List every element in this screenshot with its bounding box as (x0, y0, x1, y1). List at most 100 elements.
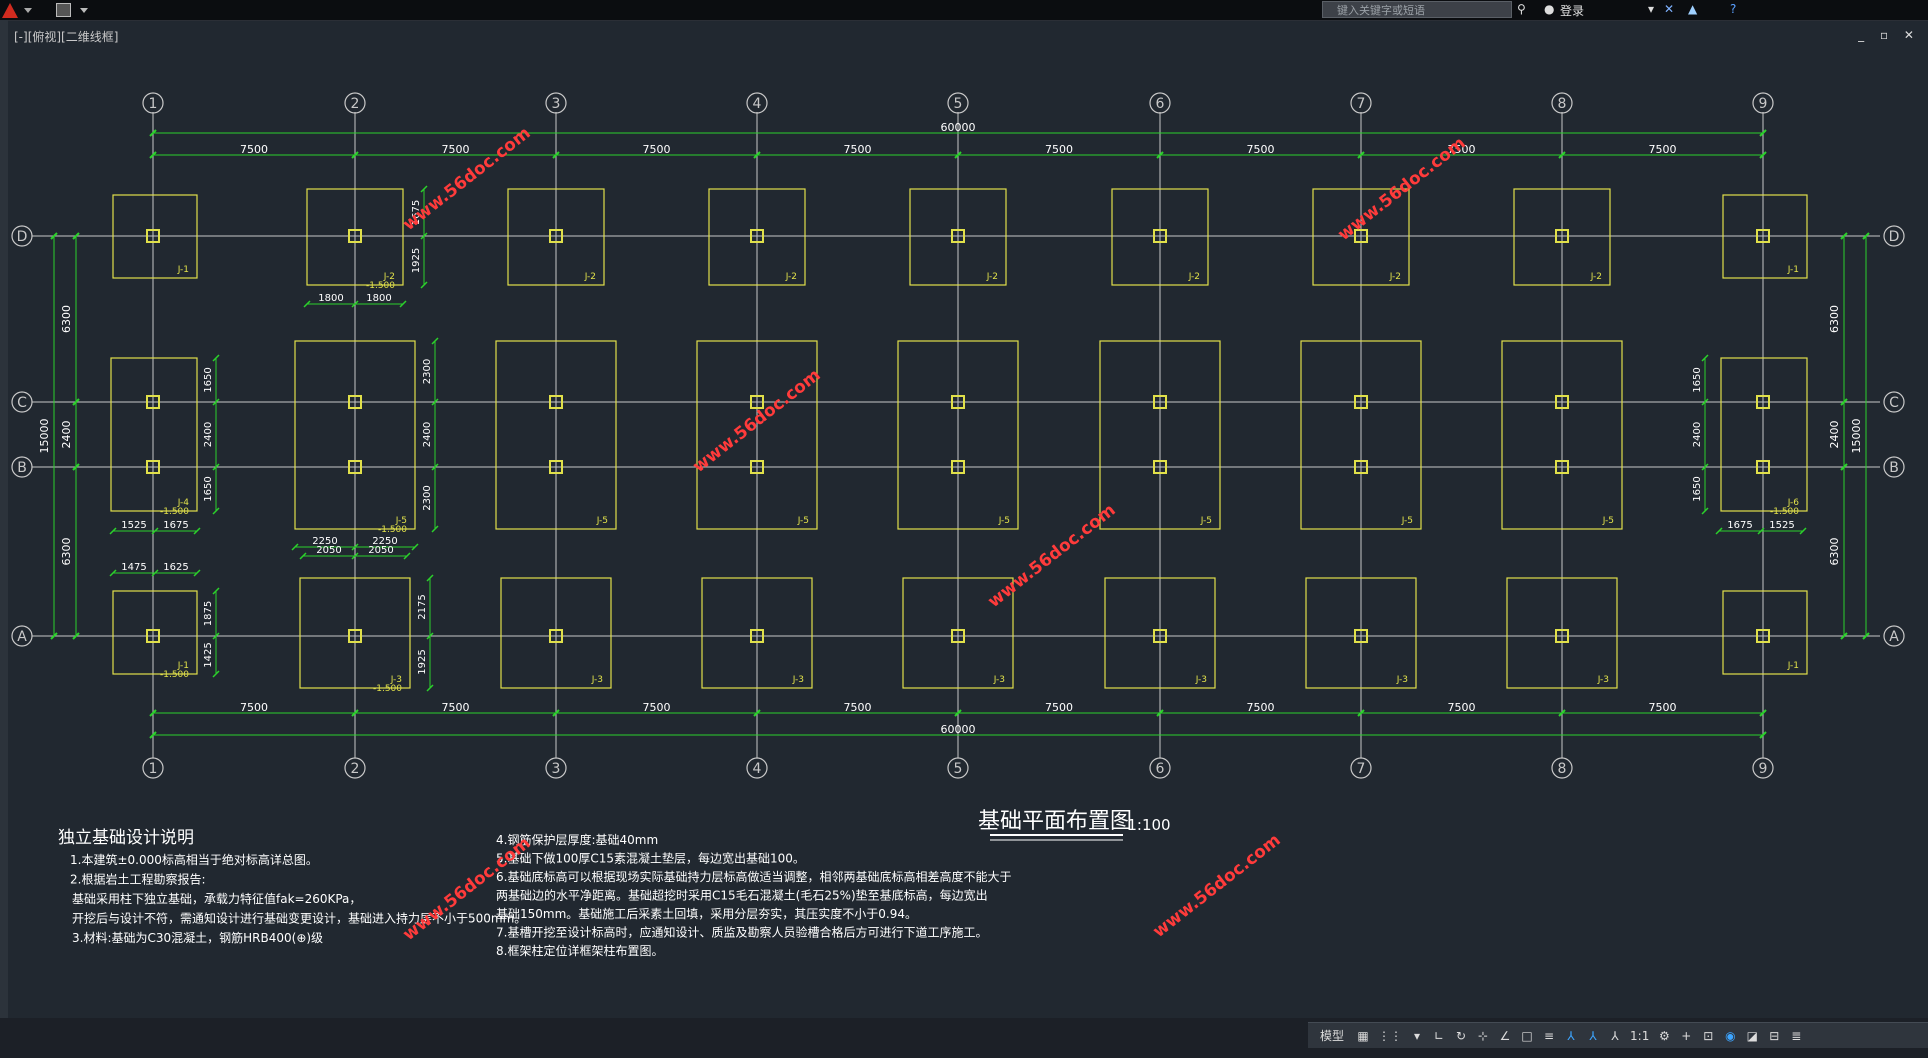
otrack-icon[interactable]: ∠ (1498, 1028, 1512, 1044)
footings (110, 188, 1808, 689)
dim-text: 6300 (1828, 305, 1841, 333)
isolate-icon[interactable]: ◪ (1745, 1028, 1759, 1044)
dim-text-total: 15000 (1850, 419, 1863, 454)
annotation-scale-icon[interactable]: ⅄ (1608, 1028, 1622, 1044)
dimension-texts: 60000 7500 7500 7500 7500 7500 7500 7500 7500 750… (38, 121, 1863, 958)
axis-bubble-label: 2 (351, 96, 360, 112)
polar-icon[interactable]: ↻ (1454, 1028, 1468, 1044)
footing-tag: J-2 (986, 272, 998, 282)
footing-tag: J-1 (177, 265, 189, 275)
lineweight-icon[interactable]: ≡ (1542, 1028, 1556, 1044)
footing-tag: J-5 (1401, 516, 1413, 526)
axis-bubble-label: 1 (149, 96, 158, 112)
dim-text: 2400 (1692, 422, 1703, 447)
footing-tag: J-5 (1200, 516, 1212, 526)
annotation-scale-value[interactable]: 1:1 (1630, 1028, 1649, 1044)
dim-text: 1650 (203, 367, 214, 392)
dim-text: 1675 (163, 520, 188, 531)
auto-scale-icon[interactable]: ⅄ (1586, 1028, 1600, 1044)
footing-tag: J-3 (1597, 675, 1609, 685)
dim-text: 2175 (417, 594, 428, 619)
axis-bubble-label: D (17, 229, 28, 245)
axis-bubble-label: B (17, 460, 27, 476)
footing-tag: J-2 (785, 272, 797, 282)
dim-text: 2400 (60, 421, 73, 449)
notes-right-line: 基础150mm。基础施工后采素土回填，采用分层夯实，其压实度不小于0.94。 (496, 906, 917, 921)
footing-elev: -1.500 (373, 684, 402, 694)
dim-text: 7500 (1649, 701, 1677, 714)
dim-text: 7500 (240, 143, 268, 156)
axis-bubble-label: 4 (753, 96, 762, 112)
model-space-button[interactable]: 模型 (1316, 1028, 1348, 1044)
dim-text: 7500 (643, 701, 671, 714)
annotation-visibility-icon[interactable]: ⅄ (1564, 1028, 1578, 1044)
chevron-down-icon[interactable]: ▾ (1410, 1028, 1424, 1044)
axis-bubble-label: B (1889, 460, 1899, 476)
dim-text: 7500 (1045, 701, 1073, 714)
dim-text: 7500 (844, 143, 872, 156)
dim-text: 2400 (203, 422, 214, 447)
status-bar: 模型 ▦ ⋮⋮ ▾ ∟ ↻ ⊹ ∠ □ ≡ ⅄ ⅄ ⅄ 1:1 ⚙ + ⊡ ◉ … (0, 1018, 1928, 1058)
notes-left-line: 1.本建筑±0.000标高相当于绝对标高详总图。 (70, 852, 318, 867)
axis-bubble-label: 9 (1759, 96, 1768, 112)
dim-text: 1525 (1769, 520, 1794, 531)
dim-text: 1525 (121, 520, 146, 531)
dim-text: 6300 (1828, 538, 1841, 566)
notes-right-line: 8.框架柱定位详框架柱布置图。 (496, 943, 663, 958)
dim-text: 1650 (203, 476, 214, 501)
clean-screen-icon[interactable]: ⊟ (1767, 1028, 1781, 1044)
gear-icon[interactable]: ⚙ (1657, 1028, 1671, 1044)
footing-elev: -1.500 (160, 507, 189, 517)
ortho-icon[interactable]: ∟ (1432, 1028, 1446, 1044)
axis-bubble-label: D (1889, 229, 1900, 245)
dim-text: 7500 (643, 143, 671, 156)
footing-tag: J-1 (1787, 661, 1799, 671)
drawing-scale: 1:100 (1127, 816, 1170, 834)
footing-tag: J-2 (1188, 272, 1200, 282)
footing-outline (110, 357, 198, 512)
notes-right-line: 两基础边的水平净距离。基础超挖时采用C15毛石混凝土(毛石25%)垫至基底标高，… (496, 888, 988, 903)
axis-bubble-label: 5 (954, 96, 963, 112)
dim-text: 7500 (442, 143, 470, 156)
footing-elev: -1.500 (1770, 507, 1799, 517)
footing-tag: J-3 (792, 675, 804, 685)
dim-text: 1800 (318, 293, 343, 304)
drawing-canvas[interactable]: 1 1 2 2 3 3 4 4 5 5 6 6 7 7 8 8 9 9 D D C C B B A A 60000 7500 7500… (0, 0, 1928, 1018)
footing-elev: -1.500 (160, 670, 189, 680)
footing-tag: J-3 (1195, 675, 1207, 685)
footing-tag: J-5 (998, 516, 1010, 526)
dim-text: 7500 (442, 701, 470, 714)
footing-tag: J-3 (591, 675, 603, 685)
drawing-title: 基础平面布置图 (978, 809, 1132, 834)
dim-text: 1925 (411, 248, 422, 273)
customize-icon[interactable]: ≣ (1789, 1028, 1803, 1044)
plus-icon[interactable]: + (1679, 1028, 1693, 1044)
notes-right-line: 5.基础下做100厚C15素混凝土垫层，每边宽出基础100。 (496, 851, 805, 866)
watermark-text: www.56doc.com (1149, 830, 1284, 942)
footing-tag: J-1 (1787, 265, 1799, 275)
hardware-acceleration-icon[interactable]: ◉ (1723, 1028, 1737, 1044)
snap-icon[interactable]: ⋮⋮ (1378, 1028, 1402, 1044)
dim-text-total: 60000 (941, 723, 976, 736)
notes-right-line: 7.基槽开挖至设计标高时，应通知设计、质监及勘察人员验槽合格后方可进行下道工序施… (496, 925, 987, 940)
notes-left-line: 开挖后与设计不符，需通知设计进行基础变更设计，基础进入持力层不小于500mm。 (72, 911, 526, 926)
dim-text: 1675 (1727, 520, 1752, 531)
axis-bubble-label: 2 (351, 761, 360, 777)
dim-text: 7500 (1247, 143, 1275, 156)
axis-bubble-label: 4 (753, 761, 762, 777)
quick-properties-icon[interactable]: ⊡ (1701, 1028, 1715, 1044)
grid-icon[interactable]: ▦ (1356, 1028, 1370, 1044)
footing-tag: J-2 (584, 272, 596, 282)
footing-outline (1720, 357, 1808, 512)
dim-text: 7500 (1649, 143, 1677, 156)
osnap-icon[interactable]: ⊹ (1476, 1028, 1490, 1044)
footing-tag: J-5 (797, 516, 809, 526)
dim-text: 7500 (844, 701, 872, 714)
selection-cycle-icon[interactable]: □ (1520, 1028, 1534, 1044)
axis-bubble-label: 1 (149, 761, 158, 777)
footing-elev: -1.500 (366, 281, 395, 291)
footing-tag: J-2 (1389, 272, 1401, 282)
footing-elev: -1.500 (378, 525, 407, 535)
axis-bubble-label: 8 (1558, 96, 1567, 112)
dim-text: 2050 (368, 545, 393, 556)
